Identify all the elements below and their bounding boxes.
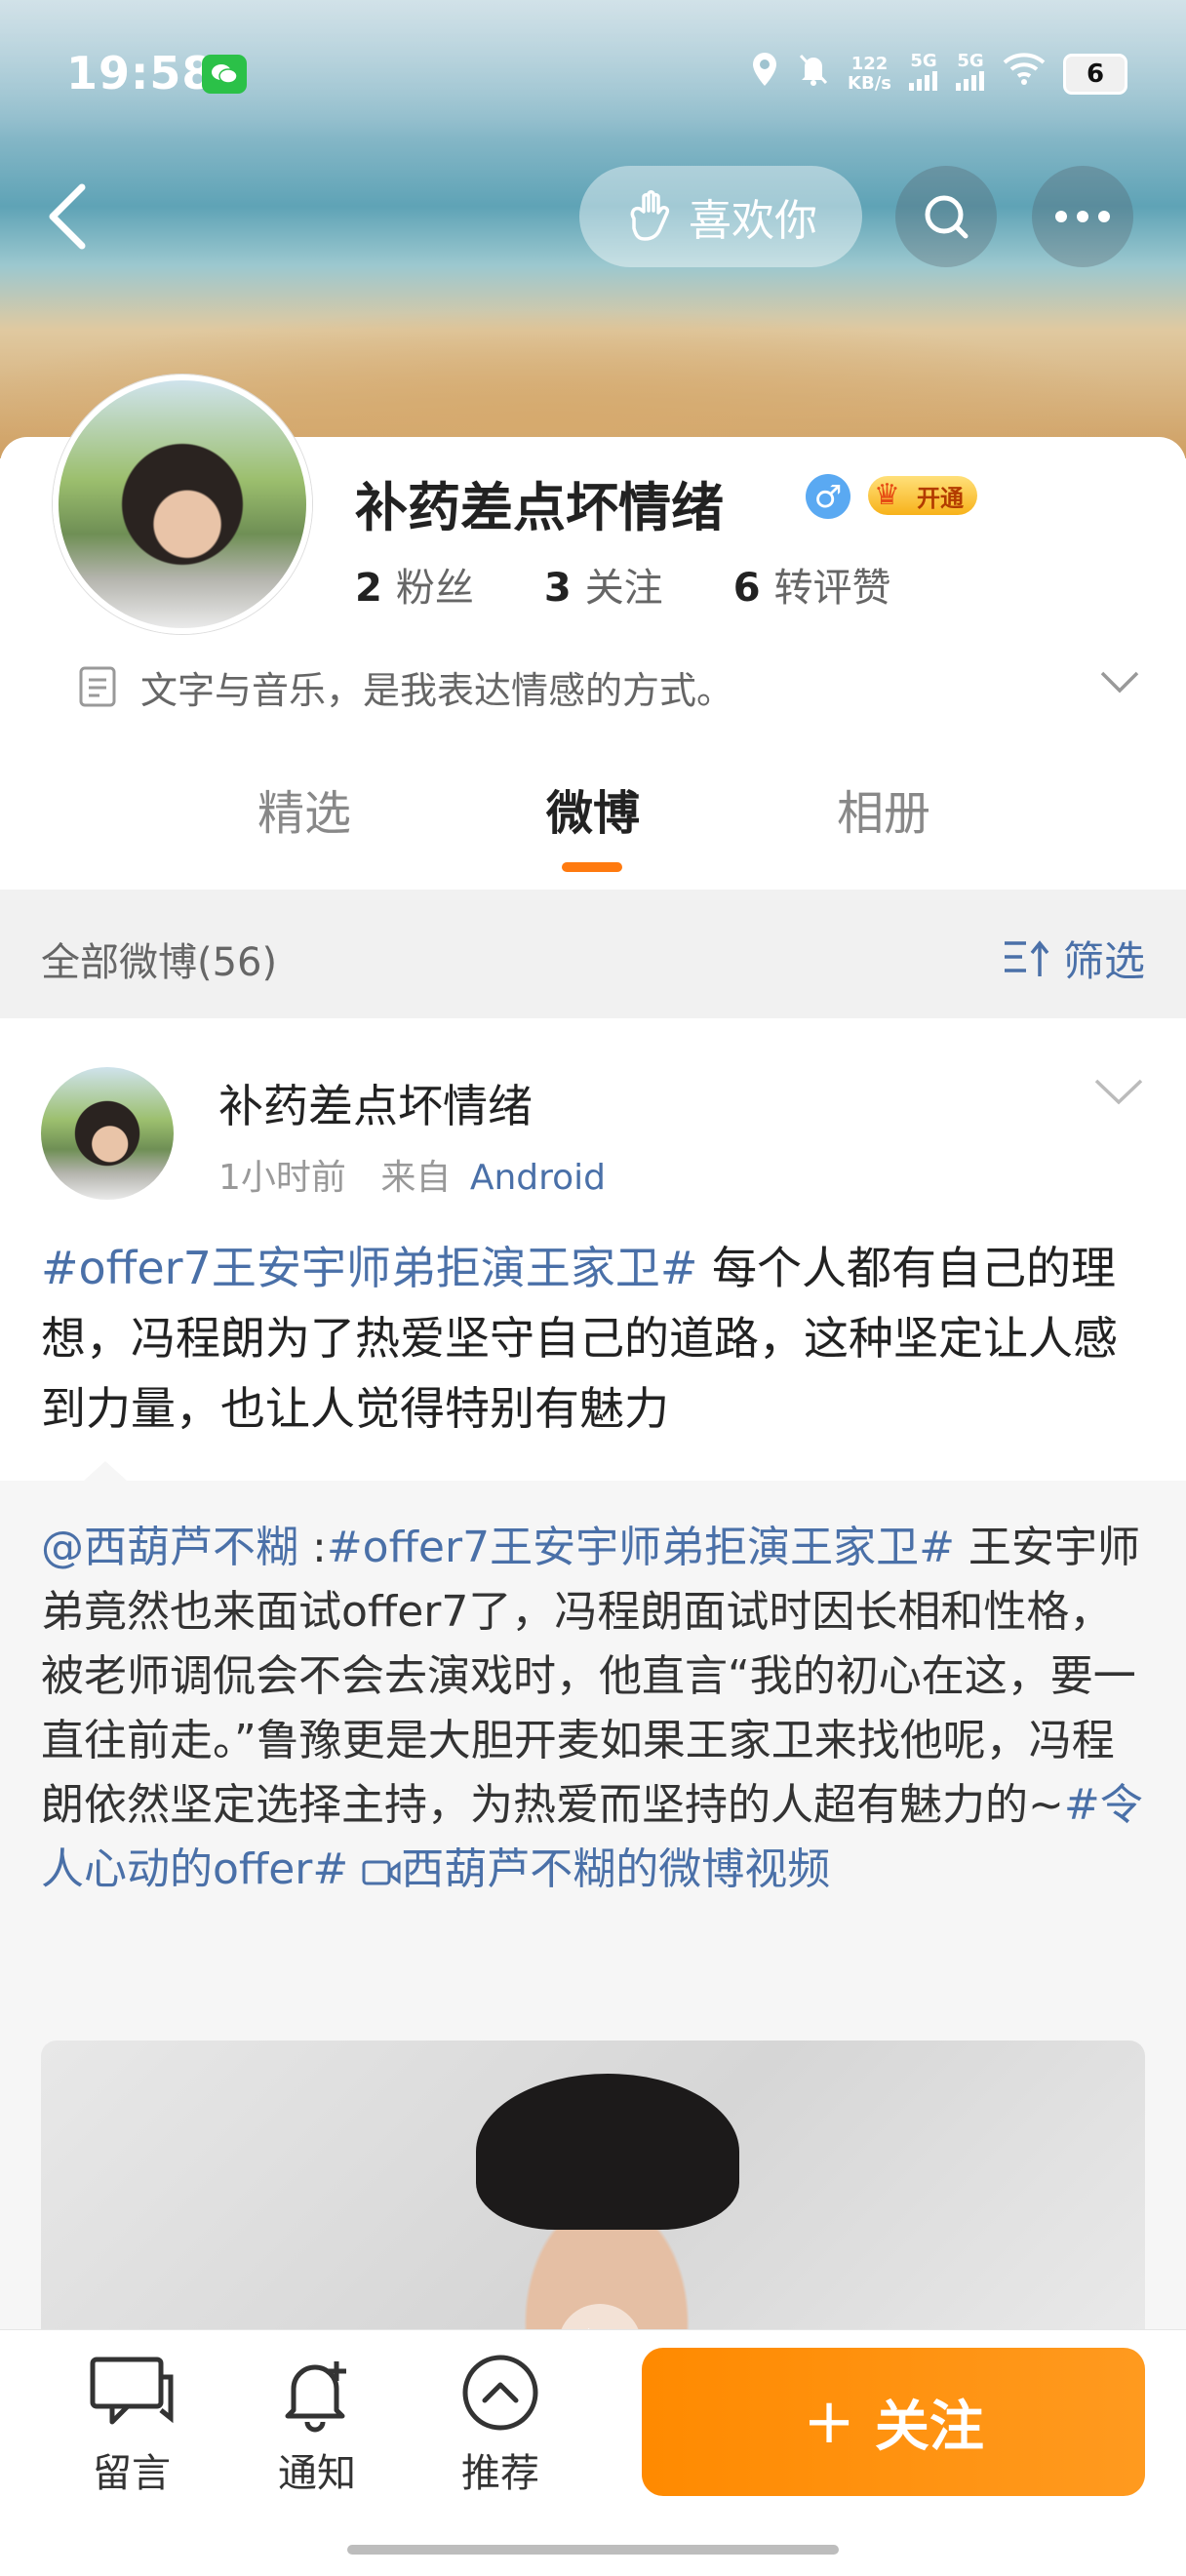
post-time: 1小时前 <box>218 1158 346 1198</box>
video-icon <box>362 1860 401 1885</box>
follow-button[interactable]: + 关注 <box>642 2348 1145 2496</box>
stat-following[interactable]: 3 关注 <box>544 556 733 613</box>
post-meta: 1小时前 来自 Android <box>218 1149 606 1200</box>
crown-icon: ♛ <box>874 478 900 512</box>
chevron-up-circle-icon <box>462 2355 538 2431</box>
filter-button[interactable]: 筛选 <box>1003 929 1145 988</box>
male-gender-icon: ♂ <box>806 474 850 519</box>
location-icon <box>750 51 779 97</box>
bio-row[interactable]: 文字与音乐，是我表达情感的方式。 <box>78 657 1141 716</box>
recommend-label: 推荐 <box>461 2451 539 2496</box>
search-icon <box>925 195 969 239</box>
battery-indicator: 6 <box>1063 53 1127 95</box>
post-source[interactable]: Android <box>470 1158 606 1198</box>
vip-badge[interactable]: ♛ 开通 <box>868 476 977 515</box>
video-link[interactable]: 西葫芦不糊的微博视频 <box>362 1844 830 1894</box>
profile-name: 补药差点坏情绪 <box>355 477 724 538</box>
post-author-avatar[interactable] <box>41 1067 174 1200</box>
signal-2: 5G <box>956 52 985 96</box>
stat-number: 3 <box>543 566 572 611</box>
message-icon <box>90 2357 174 2425</box>
weibo-post[interactable]: 补药差点坏情绪 1小时前 来自 Android #offer7王安宇师弟拒演王家… <box>0 1018 1186 2431</box>
mute-icon <box>797 52 830 96</box>
filter-bar: 全部微博(56) 筛选 <box>0 890 1186 1018</box>
chevron-down-icon[interactable] <box>1092 1075 1145 1108</box>
bio-text: 文字与音乐，是我表达情感的方式。 <box>140 668 734 712</box>
all-posts-count: 全部微博(56) <box>41 940 278 985</box>
document-icon <box>79 666 116 707</box>
repost-notch <box>84 1461 127 1481</box>
profile-tabs: 精选 微博 相册 <box>0 774 1186 882</box>
wifi-icon <box>1003 53 1046 95</box>
profile-stats: 2 粉丝 3 关注 6 转评赞 <box>355 556 962 613</box>
comment-button[interactable]: 留言 <box>59 2352 205 2498</box>
signal-2-label: 5G <box>957 51 984 71</box>
post-from-label: 来自 <box>380 1158 452 1198</box>
repost-block[interactable]: @西葫芦不糊 :#offer7王安宇师弟拒演王家卫# 王安宇师弟竟然也来面试of… <box>0 1461 1186 2431</box>
follow-label: 关注 <box>874 2395 984 2459</box>
hand-heart-icon <box>630 190 670 241</box>
filter-sort-icon <box>1004 939 1049 976</box>
profile-avatar[interactable] <box>53 375 312 634</box>
net-speed-unit: KB/s <box>848 72 891 94</box>
stat-label: 粉丝 <box>395 566 474 611</box>
chevron-down-icon[interactable] <box>1098 667 1141 696</box>
net-speed-value: 122 <box>850 53 889 74</box>
repost-topic-link[interactable]: #offer7王安宇师弟拒演王家卫# <box>327 1523 955 1572</box>
post-content: #offer7王安宇师弟拒演王家卫# 每个人都有自己的理想，冯程朗为了热爱坚守自… <box>41 1233 1143 1444</box>
stat-label: 关注 <box>584 566 663 611</box>
notify-label: 通知 <box>278 2451 356 2496</box>
tab-featured[interactable]: 精选 <box>257 774 351 843</box>
stat-likes[interactable]: 6 转评赞 <box>733 556 962 613</box>
active-tab-indicator <box>562 862 622 872</box>
vip-label: 开通 <box>917 484 964 512</box>
more-button[interactable] <box>1032 166 1133 267</box>
top-nav: 喜欢你 <box>0 166 1186 267</box>
status-time: 19:58 <box>66 47 215 99</box>
bell-plus-icon <box>285 2361 346 2433</box>
status-icons: 122 KB/s 5G 5G 6 <box>750 51 1127 97</box>
notify-button[interactable]: 通知 <box>244 2352 390 2498</box>
tab-album[interactable]: 相册 <box>837 774 930 843</box>
repost-mention-link[interactable]: @西葫芦不糊 <box>41 1523 298 1572</box>
signal-1-label: 5G <box>910 51 937 71</box>
post-author-name[interactable]: 补药差点坏情绪 <box>218 1071 533 1135</box>
status-bar: 19:58 122 KB/s 5G 5G 6 <box>0 0 1186 156</box>
chevron-left-icon <box>49 183 86 250</box>
plus-icon: + <box>803 2386 855 2458</box>
like-you-button[interactable]: 喜欢你 <box>579 166 862 267</box>
tab-weibo[interactable]: 微博 <box>546 774 640 843</box>
stat-number: 6 <box>732 566 761 611</box>
home-indicator[interactable] <box>347 2545 839 2555</box>
recommend-button[interactable]: 推荐 <box>427 2352 573 2498</box>
stat-label: 转评赞 <box>773 566 891 611</box>
search-button[interactable] <box>895 166 997 267</box>
stat-number: 2 <box>355 566 382 611</box>
net-speed: 122 KB/s <box>848 53 891 94</box>
back-button[interactable] <box>39 178 107 256</box>
repost-content: @西葫芦不糊 :#offer7王安宇师弟拒演王家卫# 王安宇师弟竟然也来面试of… <box>41 1516 1147 1902</box>
filter-label: 筛选 <box>1062 937 1145 985</box>
video-person-hair <box>476 2074 739 2230</box>
bottom-action-bar: 留言 通知 推荐 + 关注 <box>0 2329 1186 2576</box>
wechat-notification-icon <box>202 55 247 94</box>
comment-label: 留言 <box>93 2451 171 2496</box>
more-dots-icon <box>1055 211 1110 222</box>
signal-1: 5G <box>909 52 938 96</box>
video-link-label: 西葫芦不糊的微博视频 <box>401 1844 831 1894</box>
signal-bars-icon <box>909 71 937 91</box>
signal-bars-icon <box>956 71 984 91</box>
post-topic-link[interactable]: #offer7王安宇师弟拒演王家卫# <box>41 1242 697 1294</box>
repost-colon: : <box>298 1523 327 1572</box>
like-you-label: 喜欢你 <box>689 196 817 246</box>
stat-fans[interactable]: 2 粉丝 <box>355 556 544 613</box>
